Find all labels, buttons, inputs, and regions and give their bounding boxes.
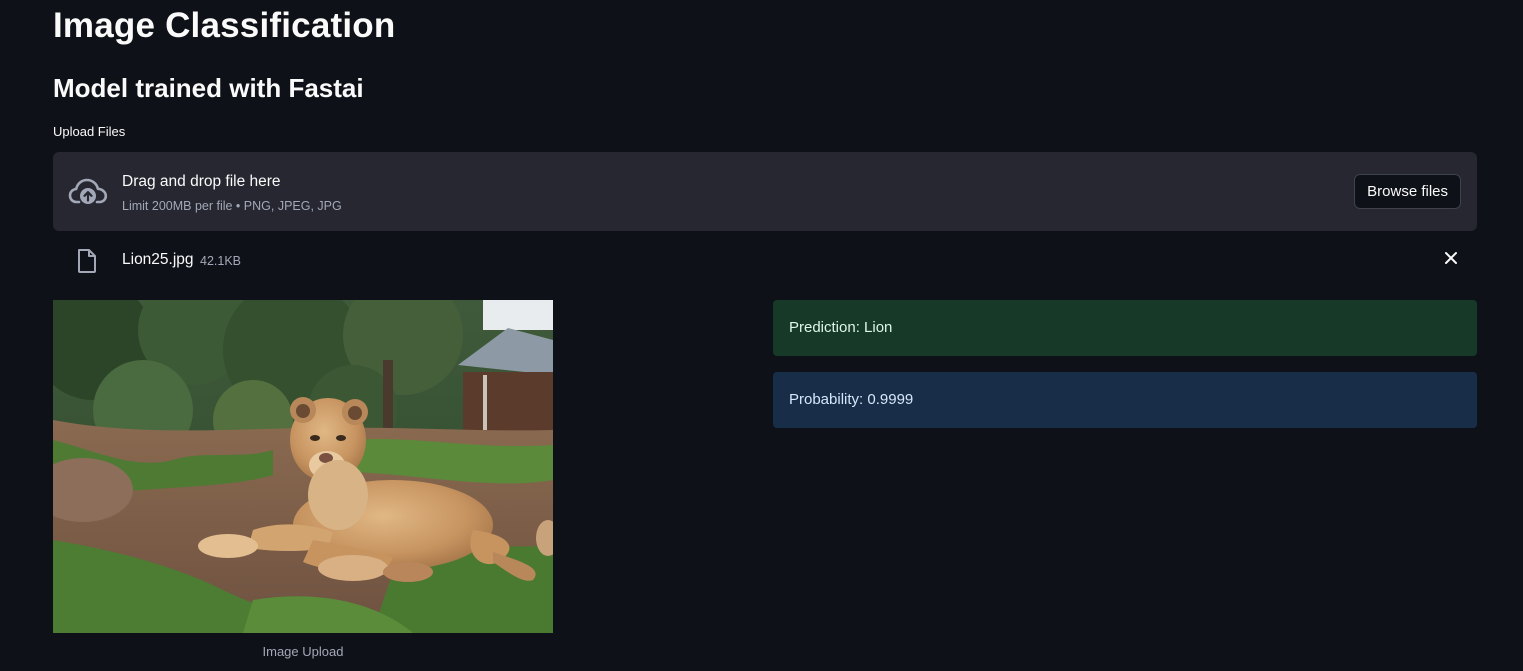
- close-icon[interactable]: [1444, 251, 1458, 265]
- cloud-upload-icon: [68, 174, 108, 210]
- streamlit-app: Image Classification Model trained with …: [0, 0, 1523, 671]
- uploaded-file-item: Lion25.jpg 42.1KB: [53, 240, 1477, 280]
- probability-alert: Probability: 0.9999: [773, 372, 1477, 428]
- file-icon: [76, 248, 98, 274]
- uploaded-file-size: 42.1KB: [200, 254, 242, 268]
- uploader-label: Upload Files: [53, 124, 126, 139]
- page-subtitle: Model trained with Fastai: [53, 73, 364, 103]
- file-dropzone[interactable]: Drag and drop file here Limit 200MB per …: [53, 152, 1477, 231]
- prediction-alert: Prediction: Lion: [773, 300, 1477, 356]
- uploaded-image: [53, 300, 553, 633]
- dropzone-title: Drag and drop file here: [122, 173, 281, 190]
- image-caption: Image Upload: [262, 644, 344, 659]
- page-title: Image Classification: [53, 6, 396, 45]
- dropzone-limit-text: Limit 200MB per file • PNG, JPEG, JPG: [122, 199, 342, 213]
- uploaded-file-name: Lion25.jpg: [122, 251, 194, 268]
- browse-files-button[interactable]: Browse files: [1354, 174, 1461, 209]
